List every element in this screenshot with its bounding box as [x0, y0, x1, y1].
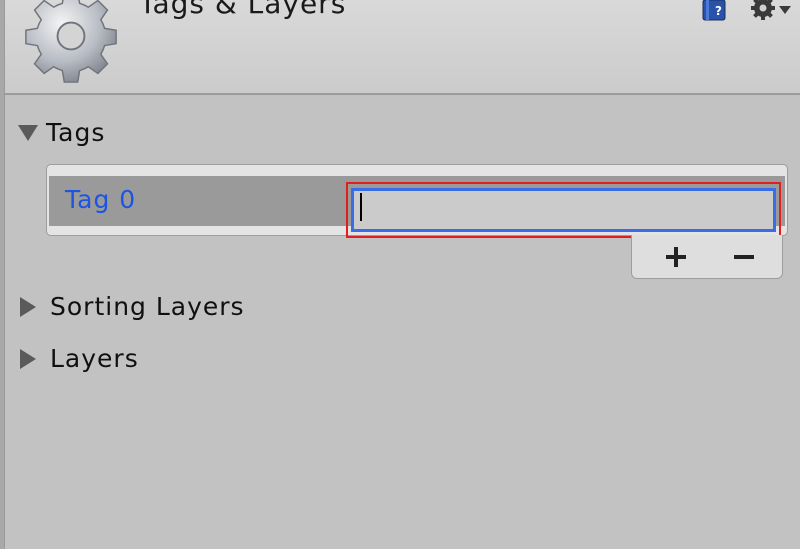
tags-and-layers-inspector: Tags & Layers ? Tags Tag 0 Sorting Layer… [0, 0, 800, 549]
svg-text:?: ? [715, 4, 722, 18]
plus-icon [666, 247, 686, 267]
add-tag-button[interactable] [656, 241, 696, 273]
tag-list-footer [631, 235, 783, 279]
layers-foldout-label: Layers [50, 344, 139, 373]
list-item[interactable]: Tag 0 [49, 176, 785, 238]
remove-tag-button[interactable] [724, 241, 764, 273]
text-caret [360, 193, 362, 221]
foldout-expanded-arrow-icon[interactable] [18, 124, 38, 141]
gear-icon [25, 0, 117, 83]
layers-foldout[interactable]: Layers [20, 344, 139, 373]
foldout-collapsed-arrow-icon[interactable] [20, 296, 36, 317]
tags-foldout-label: Tags [46, 118, 106, 147]
highlight-box [346, 182, 781, 238]
help-book-icon[interactable]: ? [700, 0, 730, 22]
foldout-collapsed-arrow-icon[interactable] [20, 348, 36, 369]
inspector-header: Tags & Layers ? [5, 0, 800, 95]
sorting-layers-foldout[interactable]: Sorting Layers [20, 292, 245, 321]
tags-foldout[interactable]: Tags [18, 118, 105, 147]
tag-item-label: Tag 0 [65, 185, 137, 214]
minus-icon [734, 255, 754, 259]
tag-name-input[interactable] [351, 188, 776, 232]
inspector-title: Tags & Layers [139, 0, 347, 20]
gear-dropdown-icon[interactable] [747, 0, 795, 22]
sorting-layers-foldout-label: Sorting Layers [50, 292, 245, 321]
tag-list: Tag 0 [46, 164, 788, 238]
